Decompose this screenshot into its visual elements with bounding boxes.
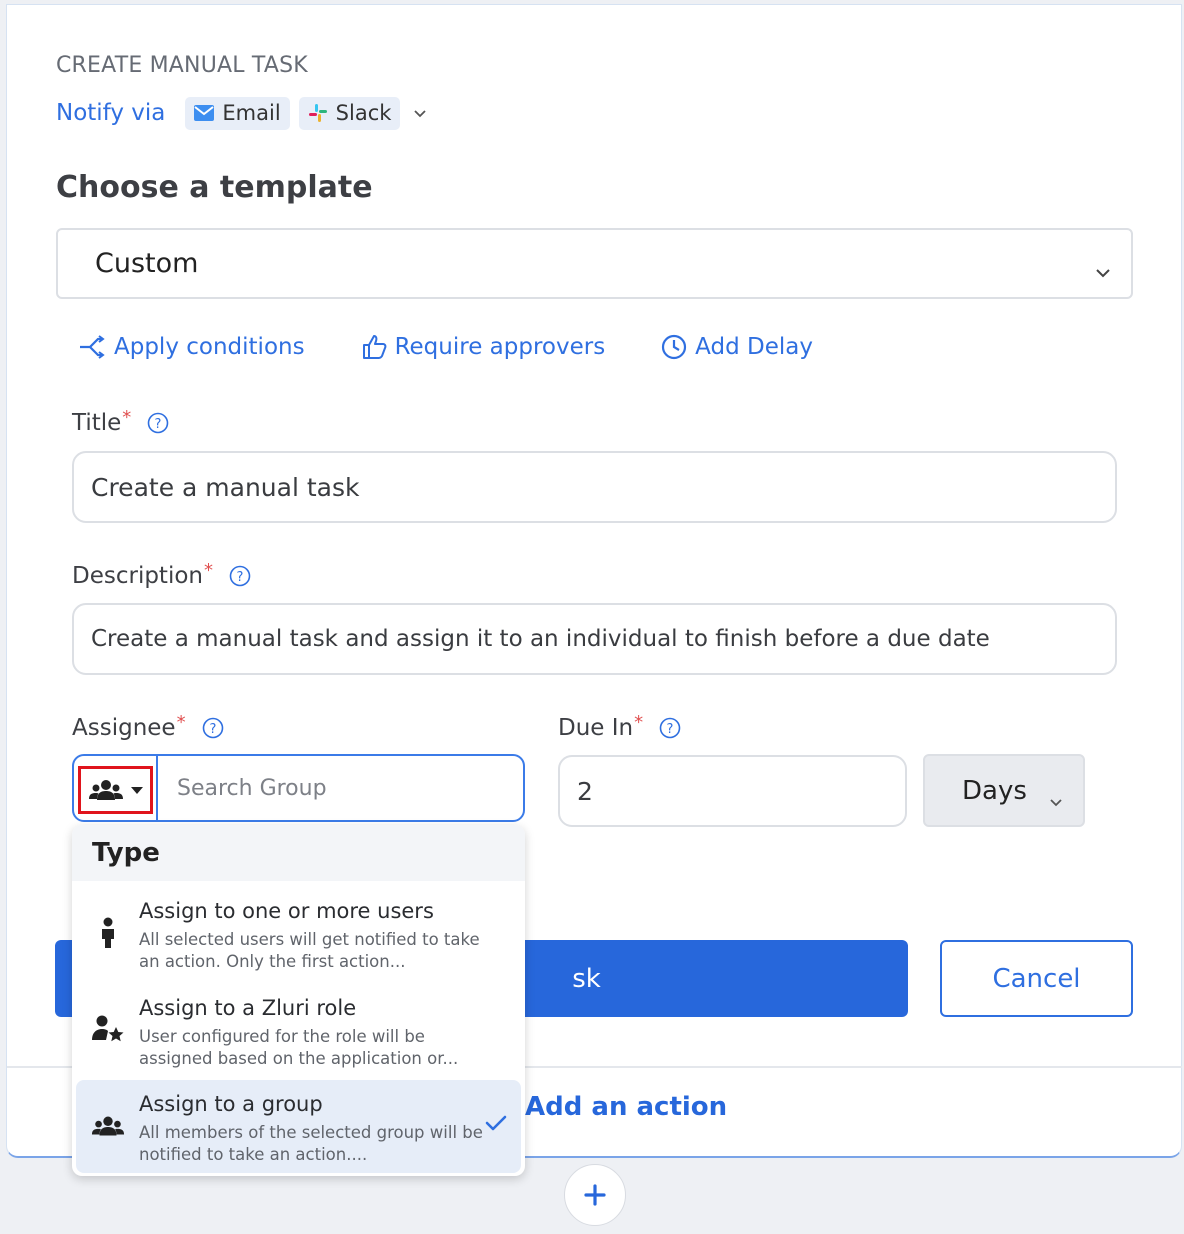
assignee-type-dropdown: Type Assign to one or more users All sel…: [72, 825, 525, 1176]
due-in-input[interactable]: 2: [558, 755, 907, 827]
assign-role-option[interactable]: Assign to a Zluri role User configured f…: [76, 984, 521, 1077]
description-label-text: Description: [72, 563, 203, 589]
assignee-field: Search Group: [72, 754, 525, 822]
apply-conditions-link[interactable]: Apply conditions: [78, 334, 305, 360]
add-action-link[interactable]: Add an action: [525, 1092, 727, 1122]
svg-text:?: ?: [237, 570, 244, 585]
description-label: Description * ?: [72, 559, 251, 589]
due-unit-select[interactable]: Days: [923, 754, 1085, 827]
slack-icon: [308, 104, 327, 122]
cancel-button[interactable]: Cancel: [940, 940, 1133, 1017]
dropdown-header: Type: [72, 825, 525, 881]
required-mark: *: [176, 711, 186, 733]
email-chip-label: Email: [222, 101, 281, 125]
slack-chip[interactable]: Slack: [298, 96, 401, 130]
option-title: Assign to one or more users: [139, 899, 434, 923]
user-icon: [90, 915, 126, 951]
option-description: All selected users will get notified to …: [139, 930, 480, 971]
title-input[interactable]: Create a manual task: [72, 451, 1117, 523]
required-mark: *: [204, 559, 213, 581]
help-icon[interactable]: ?: [202, 717, 224, 739]
chevron-down-icon: [1049, 784, 1063, 814]
svg-text:?: ?: [667, 722, 674, 737]
divider: [156, 756, 158, 820]
group-icon: [88, 780, 123, 800]
slack-chip-label: Slack: [335, 101, 392, 125]
require-approvers-link[interactable]: Require approvers: [361, 334, 606, 360]
template-heading: Choose a template: [56, 170, 373, 205]
due-in-label-text: Due In: [558, 715, 634, 741]
option-description: User configured for the role will be ass…: [139, 1027, 459, 1068]
required-mark: *: [634, 711, 644, 733]
help-icon[interactable]: ?: [659, 717, 681, 739]
plus-icon: [584, 1184, 606, 1206]
apply-conditions-label: Apply conditions: [114, 334, 305, 360]
help-icon[interactable]: ?: [147, 412, 169, 434]
due-in-label: Due In * ?: [558, 711, 681, 741]
task-options: Apply conditions Require approvers Add D…: [78, 330, 813, 364]
group-icon: [90, 1108, 126, 1144]
option-title: Assign to a group: [139, 1092, 323, 1116]
option-description: All members of the selected group will b…: [139, 1123, 483, 1164]
user-star-icon: [90, 1012, 126, 1048]
template-selected-value: Custom: [95, 248, 199, 279]
require-approvers-label: Require approvers: [394, 334, 606, 360]
svg-text:?: ?: [209, 722, 216, 737]
title-label-text: Title: [72, 410, 122, 436]
email-icon: [194, 105, 215, 121]
search-group-input[interactable]: Search Group: [177, 756, 327, 820]
thumbs-up-icon: [362, 335, 386, 359]
title-label: Title * ?: [72, 406, 169, 436]
checkmark-icon: [485, 1114, 507, 1136]
section-label: CREATE MANUAL TASK: [56, 53, 308, 78]
chevron-down-icon[interactable]: [413, 104, 431, 122]
clock-icon: [662, 334, 687, 360]
add-step-button[interactable]: [564, 1164, 626, 1226]
help-icon[interactable]: ?: [229, 565, 251, 587]
create-task-button-label: sk: [572, 963, 601, 994]
add-delay-link[interactable]: Add Delay: [661, 334, 813, 360]
assign-users-option[interactable]: Assign to one or more users All selected…: [76, 887, 521, 980]
caret-down-icon: [130, 786, 143, 794]
assign-group-option[interactable]: Assign to a group All members of the sel…: [76, 1080, 521, 1173]
template-select[interactable]: Custom: [56, 228, 1133, 299]
branch-icon: [80, 335, 105, 359]
svg-text:?: ?: [155, 417, 162, 432]
required-mark: *: [122, 406, 132, 428]
description-input[interactable]: Create a manual task and assign it to an…: [72, 603, 1117, 675]
option-title: Assign to a Zluri role: [139, 996, 357, 1020]
due-unit-value: Days: [962, 775, 1027, 806]
assignee-label: Assignee * ?: [72, 711, 224, 741]
assignee-label-text: Assignee: [72, 715, 176, 741]
add-delay-label: Add Delay: [695, 334, 813, 360]
chevron-down-icon: [1095, 254, 1111, 285]
notify-label: Notify via: [56, 100, 166, 126]
email-chip[interactable]: Email: [185, 96, 290, 130]
assignee-type-toggle[interactable]: [78, 766, 153, 814]
notify-row: Notify via Email Slack: [56, 96, 431, 130]
